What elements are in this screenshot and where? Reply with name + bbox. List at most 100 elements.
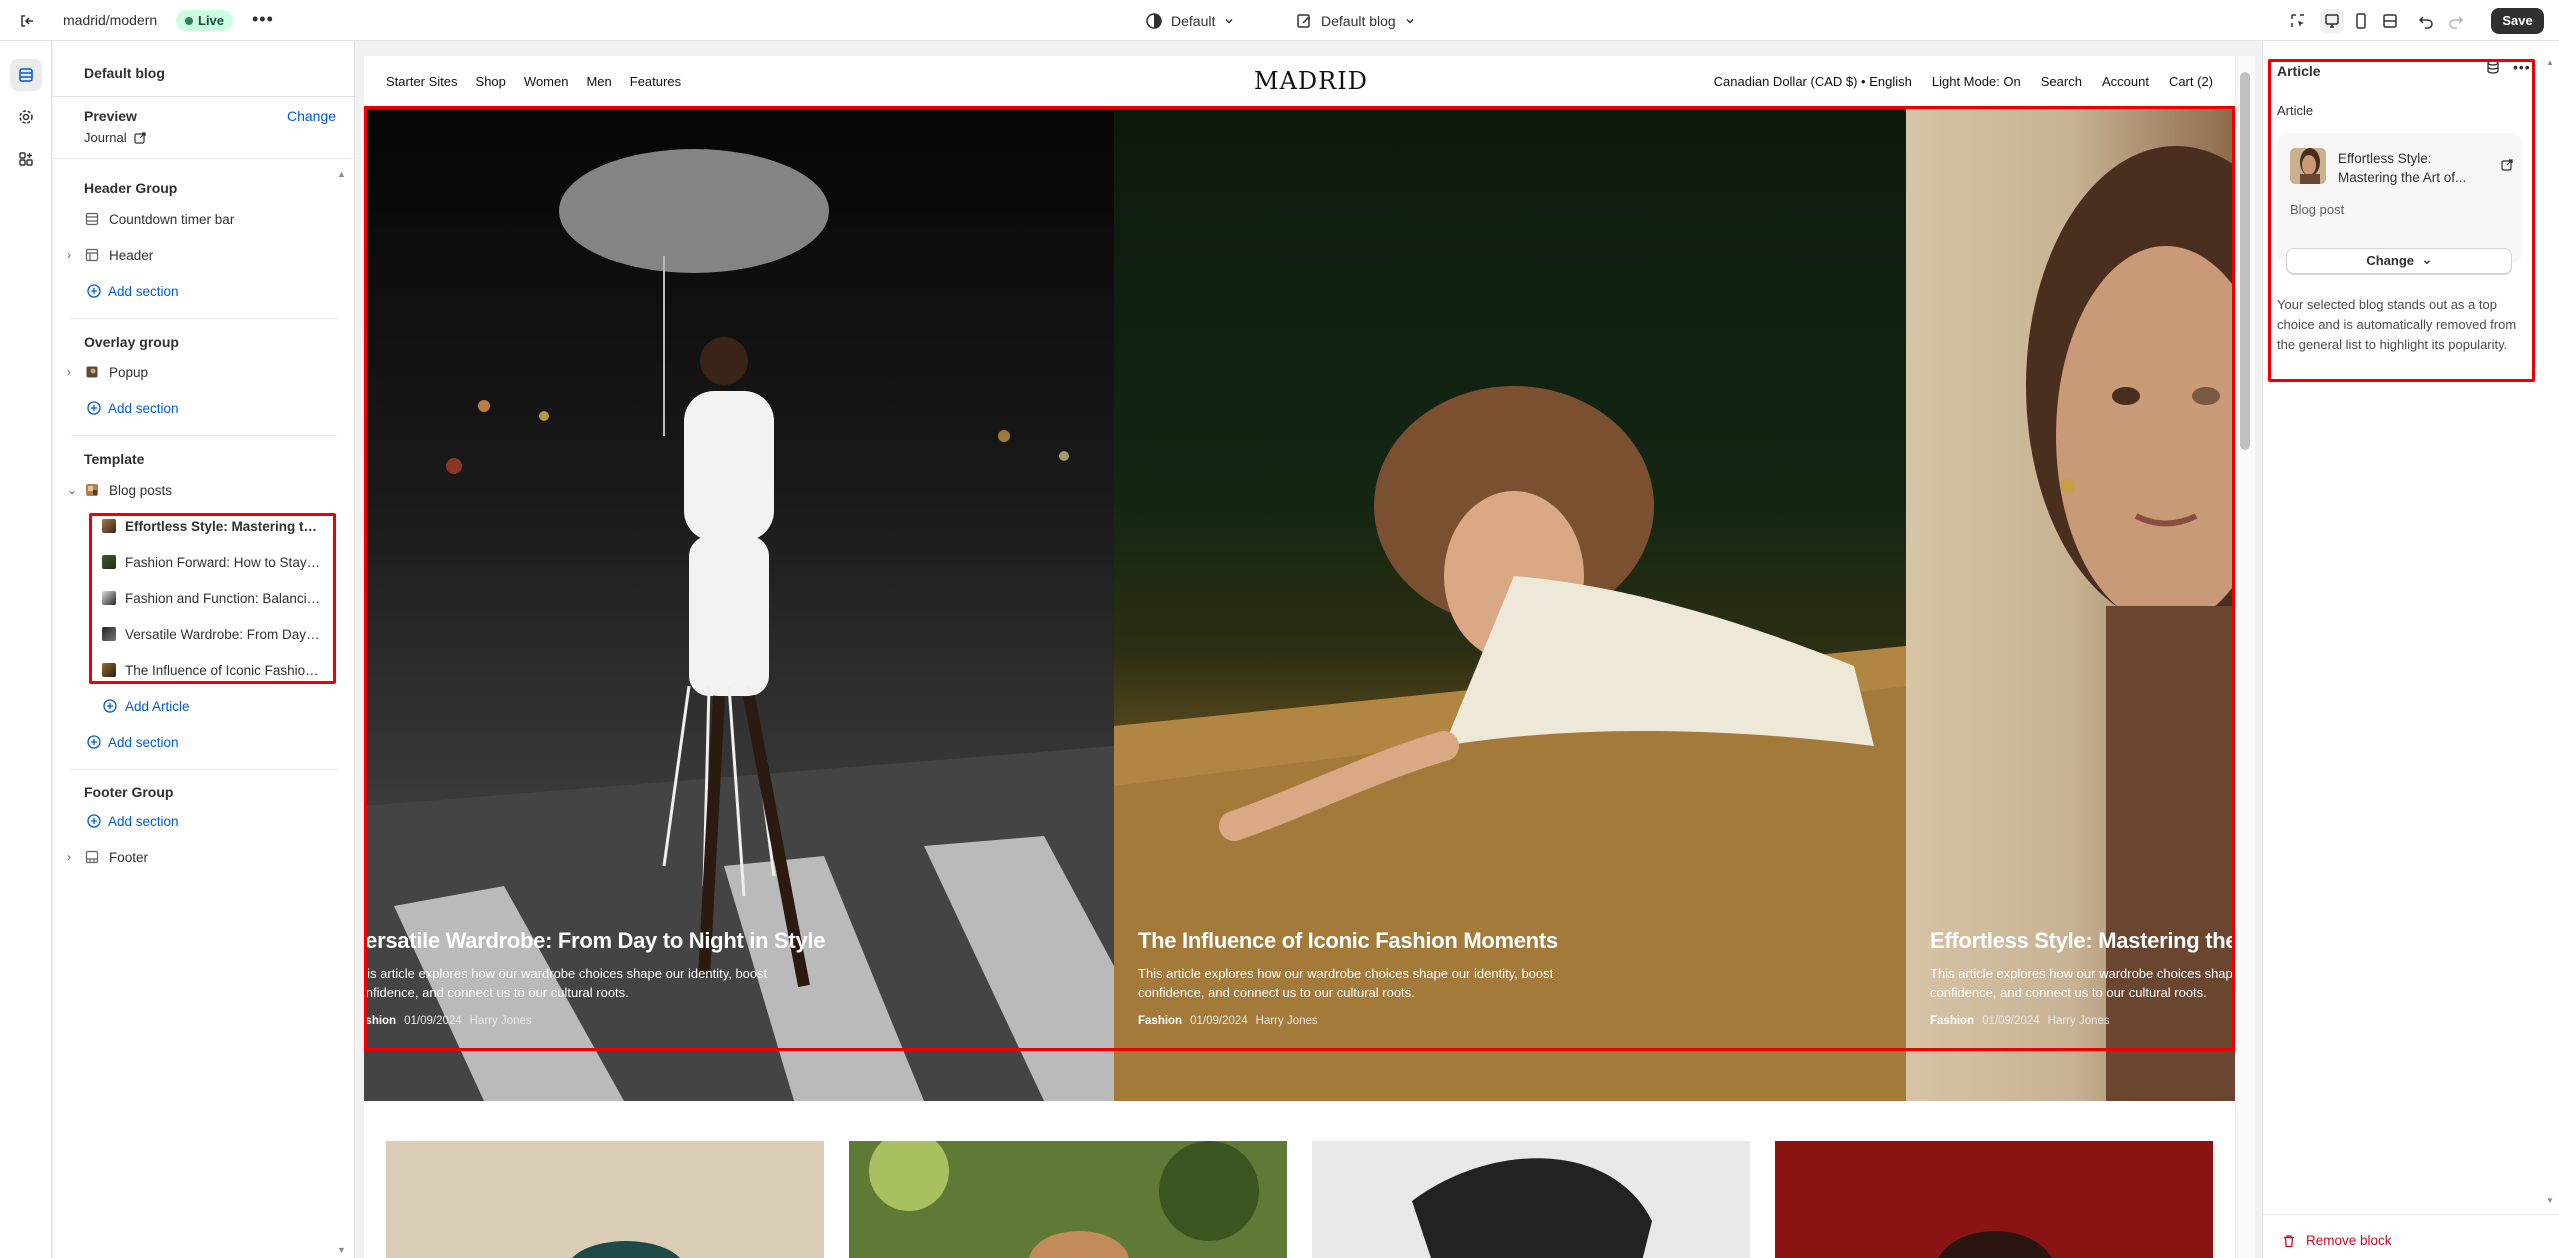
add-section-button[interactable]: Add section (53, 806, 353, 836)
header-icon (85, 248, 99, 262)
search-link[interactable]: Search (2041, 74, 2082, 89)
exit-icon[interactable] (16, 10, 38, 32)
blog-hero-slider[interactable]: Versatile Wardrobe: From Day to Night in… (364, 106, 2235, 1101)
blog-card[interactable] (1775, 1141, 2213, 1258)
add-section-label: Add section (108, 813, 179, 829)
section-countdown-timer-bar[interactable]: Countdown timer bar (53, 204, 353, 234)
fullscreen-view-icon[interactable] (2378, 9, 2402, 33)
slide-versatile-wardrobe[interactable]: Versatile Wardrobe: From Day to Night in… (364, 106, 1114, 1101)
slide-tag[interactable]: Fashion (1930, 1015, 1974, 1027)
plus-circle-icon (103, 699, 117, 713)
site-header: Starter Sites Shop Women Men Features MA… (364, 56, 2235, 106)
card-image (1938, 1231, 2052, 1258)
light-mode-toggle[interactable]: Light Mode: On (1932, 74, 2021, 89)
sections-icon[interactable] (10, 59, 42, 91)
slide-date: 01/09/2024 (1190, 1015, 1248, 1027)
inspector-icon[interactable] (2286, 9, 2310, 33)
chevron-right-icon[interactable]: › (67, 248, 71, 262)
redo-icon[interactable] (2444, 9, 2468, 33)
mobile-view-icon[interactable] (2349, 9, 2373, 33)
section-blog-posts[interactable]: ⌄ Blog posts (53, 475, 353, 505)
divider (53, 96, 355, 97)
slide-title[interactable]: The Influence of Iconic Fashion Moments (1138, 928, 1558, 954)
scroll-up-icon[interactable]: ▲ (2546, 58, 2554, 67)
more-actions-button[interactable]: ••• (252, 9, 274, 30)
remove-block-button[interactable]: Remove block (2282, 1233, 2392, 1248)
slide-tag[interactable]: Fashion (364, 1015, 396, 1027)
blog-card[interactable] (1312, 1141, 1750, 1258)
plus-circle-icon (87, 814, 101, 828)
section-label: Popup (109, 364, 149, 380)
chevron-down-icon[interactable]: ⌄ (67, 483, 77, 497)
card-image (571, 1241, 681, 1258)
site-logo[interactable]: MADRID (1254, 67, 1368, 95)
slide-title[interactable]: Versatile Wardrobe: From Day to Night in… (364, 928, 825, 954)
article-setting-highlight-frame (2268, 59, 2535, 382)
desktop-view-icon[interactable] (2320, 9, 2344, 33)
scroll-down-icon[interactable]: ▼ (2546, 1196, 2554, 1205)
scroll-down-icon[interactable]: ▼ (337, 1245, 346, 1255)
chevron-right-icon[interactable]: › (67, 365, 71, 379)
template-label: Default blog (1321, 13, 1396, 29)
section-footer[interactable]: › Footer (53, 842, 353, 872)
chevron-down-icon (1406, 19, 1414, 24)
slide-author: Harry Jones (1255, 1015, 1318, 1027)
slide-meta: Fashion 01/09/2024 Harry Jones (1930, 1015, 2110, 1027)
store-name[interactable]: madrid/modern (63, 12, 157, 28)
divider (71, 769, 337, 770)
blog-card[interactable] (849, 1141, 1287, 1258)
section-label: Footer (109, 849, 149, 865)
slide-effortless-style[interactable]: Effortless Style: Mastering the Art of M… (1906, 106, 2235, 1101)
preview-label: Preview (84, 108, 137, 124)
scroll-up-icon[interactable]: ▲ (337, 169, 346, 179)
add-article-button[interactable]: Add Article (53, 691, 353, 721)
slide-iconic-fashion[interactable]: The Influence of Iconic Fashion Moments … (1114, 106, 1906, 1101)
nav-link[interactable]: Shop (476, 74, 506, 89)
currency-language-selector[interactable]: Canadian Dollar (CAD $) • English (1714, 74, 1912, 89)
nav-link[interactable]: Features (630, 74, 681, 89)
account-link[interactable]: Account (2102, 74, 2149, 89)
slide-tag[interactable]: Fashion (1138, 1015, 1182, 1027)
section-popup[interactable]: › Popup (53, 357, 353, 387)
add-section-label: Add section (108, 283, 179, 299)
nav-link[interactable]: Men (586, 74, 611, 89)
theme-label: Default (1171, 13, 1216, 29)
articles-highlight-frame (89, 513, 336, 684)
add-section-label: Add section (108, 400, 179, 416)
cart-link[interactable]: Cart (2) (2169, 74, 2213, 89)
section-header[interactable]: › Header (53, 240, 353, 270)
preview-scrollbar-thumb[interactable] (2240, 72, 2250, 450)
slide-title[interactable]: Effortless Style: Mastering the Art of M… (1930, 928, 2235, 954)
add-section-button[interactable]: Add section (53, 276, 353, 306)
undo-icon[interactable] (2414, 9, 2438, 33)
blog-card[interactable] (386, 1141, 824, 1258)
top-bar: madrid/modern Live ••• Default Default b… (0, 0, 2559, 41)
add-section-button[interactable]: Add section (53, 393, 353, 423)
preview-target[interactable]: Journal (84, 130, 146, 145)
apps-icon[interactable] (10, 143, 42, 175)
divider (71, 435, 337, 436)
storefront-preview: Starter Sites Shop Women Men Features MA… (364, 56, 2255, 1258)
theme-selector[interactable]: Default (1145, 8, 1235, 34)
card-image (1412, 1158, 1652, 1258)
chevron-right-icon[interactable]: › (67, 850, 71, 864)
section-label: Blog posts (109, 482, 173, 498)
section-label: Countdown timer bar (109, 211, 235, 227)
card-image (869, 1141, 1259, 1258)
template-selector[interactable]: Default blog (1295, 8, 1416, 34)
nav-link[interactable]: Women (524, 74, 569, 89)
site-nav-right: Canadian Dollar (CAD $) • English Light … (1714, 74, 2213, 89)
slide-meta: Fashion 01/09/2024 Harry Jones (1138, 1015, 1318, 1027)
external-link-icon (134, 131, 146, 144)
add-section-button[interactable]: Add section (53, 727, 353, 757)
slide-author: Harry Jones (2047, 1015, 2110, 1027)
add-article-label: Add Article (125, 698, 190, 714)
theme-settings-icon[interactable] (10, 101, 42, 133)
plus-circle-icon (87, 735, 101, 749)
popup-icon (85, 365, 99, 379)
save-button[interactable]: Save (2491, 8, 2544, 34)
change-preview-link[interactable]: Change (287, 108, 336, 124)
nav-link[interactable]: Starter Sites (386, 74, 458, 89)
slide-author: Harry Jones (469, 1015, 532, 1027)
slide-excerpt: This article explores how our wardrobe c… (1930, 966, 2235, 1000)
